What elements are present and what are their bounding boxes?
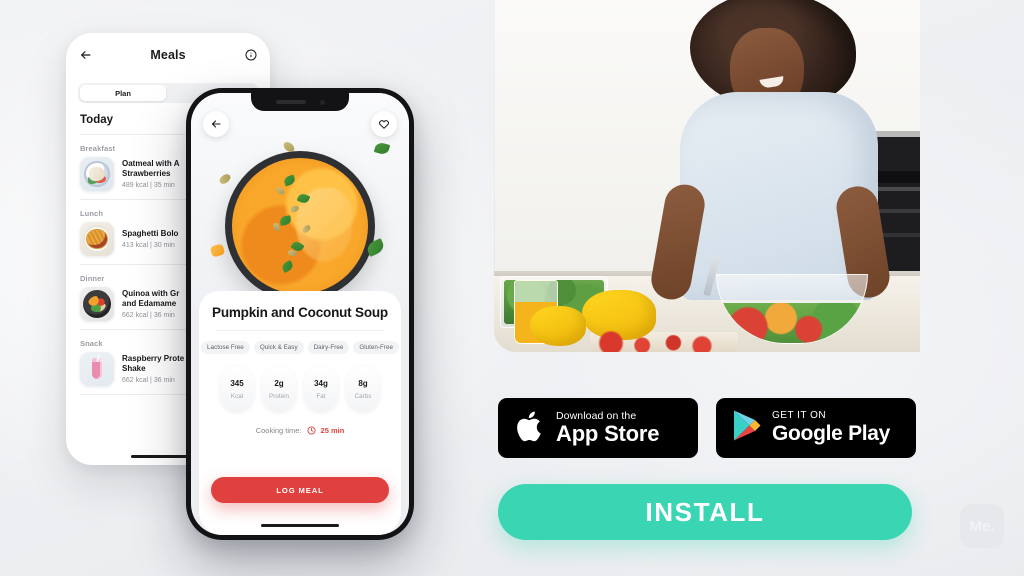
heart-icon[interactable] [371, 111, 397, 137]
recipe-phone-mockup: Pumpkin and Coconut Soup Lactose Free Qu… [186, 88, 414, 540]
soup-surface [232, 158, 368, 294]
app-store-text: Download on the App Store [556, 409, 660, 447]
recipe-tag: Quick & Easy [253, 341, 304, 354]
clock-icon [307, 426, 316, 435]
meal-calories: 413 kcal [122, 242, 149, 250]
badge-title: App Store [556, 420, 660, 446]
divider [215, 330, 385, 331]
arrow-left-icon[interactable] [203, 111, 229, 137]
nutrition-item-carbs: 8g Carbs [346, 366, 380, 412]
parsley-leaf-icon [279, 215, 292, 226]
meal-calories: 662 kcal [122, 312, 149, 320]
cooking-time-value: 25 min [320, 426, 345, 435]
meal-separator: | [150, 242, 152, 250]
meal-separator: | [150, 182, 152, 190]
nutrition-value: 345 [230, 378, 244, 388]
yellow-pepper [530, 306, 586, 346]
nutrition-label: Fat [316, 392, 326, 400]
meals-header: Meals [66, 33, 270, 77]
shake-thumb [80, 352, 114, 386]
badge-subtitle: GET IT ON [772, 410, 827, 422]
meal-separator: | [150, 377, 152, 385]
bread-crumb-icon [209, 243, 226, 258]
recipe-title: Pumpkin and Coconut Soup [212, 305, 388, 320]
parsley-leaf-icon [282, 174, 297, 187]
google-play-badge[interactable]: GET IT ON Google Play [716, 398, 916, 458]
log-meal-button[interactable]: LOG MEAL [211, 477, 389, 503]
woman-cooking-photo [494, 0, 920, 352]
recipe-tag: Gluten-Free [353, 341, 399, 354]
meal-calories: 489 kcal [122, 182, 149, 190]
nutrition-label: Protein [269, 392, 289, 400]
meal-time: 35 min [153, 182, 175, 190]
quinoa-thumb [80, 287, 114, 321]
nutrition-value: 2g [274, 378, 284, 388]
app-store-badge[interactable]: Download on the App Store [498, 398, 698, 458]
home-indicator [261, 523, 339, 527]
nutrition-item-fat: 34g Fat [304, 366, 338, 412]
meal-time: 36 min [153, 377, 175, 385]
meal-time: 36 min [153, 312, 175, 320]
salad-bowl [716, 274, 868, 344]
pumpkin-seed-icon [217, 172, 233, 186]
recipe-detail-card: Pumpkin and Coconut Soup Lactose Free Qu… [199, 291, 401, 535]
brand-watermark: Me. [960, 504, 1004, 548]
phone-notch [251, 93, 349, 111]
recipe-tag: Dairy-Free [307, 341, 350, 354]
ad-creative-canvas: Meals Plan Today Breakfast Oatmeal with … [0, 0, 1024, 576]
salad-contents [723, 303, 861, 343]
badge-subtitle: Download on the [556, 409, 637, 422]
nutrition-value: 8g [358, 378, 368, 388]
parsley-leaf-icon [280, 259, 295, 274]
tomato-slices [598, 330, 728, 352]
tab-plan[interactable]: Plan [80, 85, 166, 101]
arrow-left-icon[interactable] [79, 49, 92, 62]
parsley-leaf-icon [373, 141, 391, 156]
cooking-time-row: Cooking time: 25 min [211, 426, 389, 435]
nutrition-label: Carbs [354, 392, 372, 400]
nutrition-item-kcal: 345 Kcal [220, 366, 254, 412]
nutrition-item-protein: 2g Protein [262, 366, 296, 412]
store-badges: Download on the App Store GET IT ON Goog… [498, 398, 916, 458]
recipe-tag-list: Lactose Free Quick & Easy Dairy-Free Glu… [201, 341, 399, 354]
soup-bowl [225, 151, 375, 301]
google-play-text: GET IT ON Google Play [772, 410, 890, 445]
meal-separator: | [150, 312, 152, 320]
oatmeal-thumb [80, 157, 114, 191]
nutrition-value: 34g [314, 378, 328, 388]
recipe-screen: Pumpkin and Coconut Soup Lactose Free Qu… [191, 93, 409, 535]
nutrition-summary: 345 Kcal 2g Protein 34g Fat 8g Carbs [211, 366, 389, 412]
badge-title: Google Play [772, 421, 891, 445]
pumpkin-seed-icon [275, 185, 286, 197]
spaghetti-thumb [80, 222, 114, 256]
meal-calories: 662 kcal [122, 377, 149, 385]
install-button[interactable]: INSTALL [498, 484, 912, 540]
cooking-time-label: Cooking time: [255, 426, 302, 435]
google-play-icon [732, 409, 762, 447]
meal-time: 30 min [153, 242, 175, 250]
speaker-grille [275, 100, 306, 104]
page-title: Meals [150, 48, 186, 62]
info-circle-icon[interactable] [245, 49, 257, 61]
front-camera-icon [319, 99, 325, 105]
apple-logo-icon [514, 407, 546, 450]
nutrition-label: Kcal [230, 392, 244, 400]
recipe-tag: Lactose Free [201, 341, 250, 354]
